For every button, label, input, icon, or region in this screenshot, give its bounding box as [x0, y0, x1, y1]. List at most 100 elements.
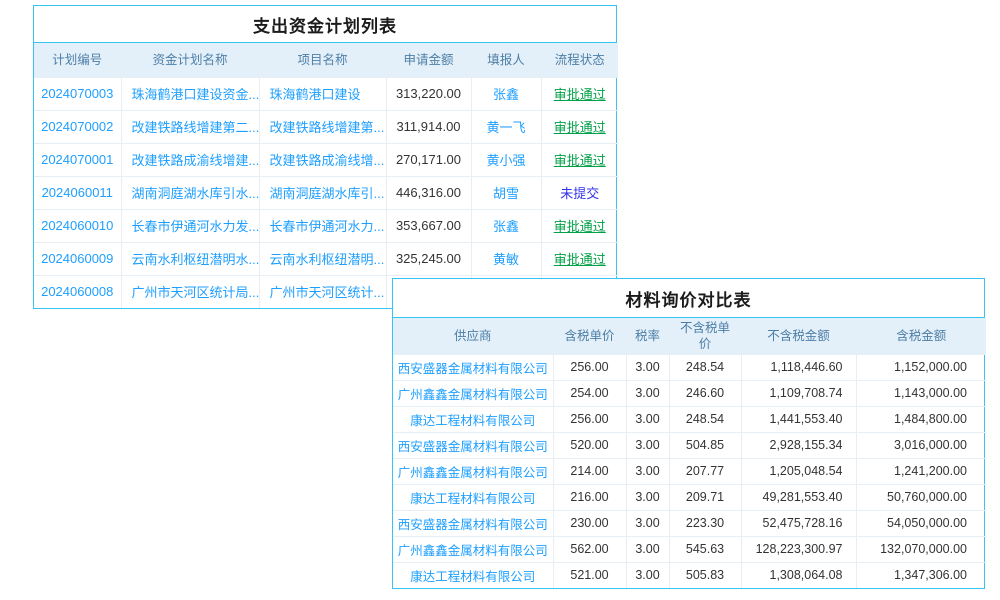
net-price-value: 248.54	[669, 354, 741, 380]
plan-name-link[interactable]: 珠海鹤港口建设资金...	[121, 77, 259, 110]
quote-table-row: 广州鑫鑫金属材料有限公司562.003.00545.63128,223,300.…	[393, 536, 986, 562]
quote-col-header-supplier: 供应商	[393, 318, 553, 354]
reporter-link[interactable]: 黄敏	[471, 242, 541, 275]
amount-value: 1,152,000.00	[856, 354, 986, 380]
quote-table-row: 康达工程材料有限公司521.003.00505.831,308,064.081,…	[393, 562, 986, 588]
plan-col-header-id: 计划编号	[34, 43, 121, 77]
amount-value: 1,143,000.00	[856, 380, 986, 406]
net-price-value: 246.60	[669, 380, 741, 406]
amount-value: 270,171.00	[386, 143, 471, 176]
material-quote-table: 供应商 含税单价 税率 不含税单价 不含税金额 含税金额 西安盛器金属材料有限公…	[393, 318, 986, 588]
project-name-link[interactable]: 改建铁路成渝线增...	[259, 143, 386, 176]
amount-value: 54,050,000.00	[856, 510, 986, 536]
net-amount-value: 1,109,708.74	[741, 380, 856, 406]
rate-value: 3.00	[626, 354, 669, 380]
plan-id-link[interactable]: 2024070003	[34, 77, 121, 110]
material-quote-title: 材料询价对比表	[393, 279, 984, 318]
plan-col-header-status: 流程状态	[541, 43, 618, 77]
amount-value: 325,245.00	[386, 242, 471, 275]
net-amount-value: 1,118,446.60	[741, 354, 856, 380]
supplier-link[interactable]: 西安盛器金属材料有限公司	[393, 510, 553, 536]
net-amount-value: 1,308,064.08	[741, 562, 856, 588]
plan-name-link[interactable]: 改建铁路线增建第二...	[121, 110, 259, 143]
material-quote-panel: 材料询价对比表 供应商 含税单价 税率 不含税单价 不含税金额 含税金额 西安盛…	[392, 278, 985, 589]
plan-col-header-name: 资金计划名称	[121, 43, 259, 77]
supplier-link[interactable]: 广州鑫鑫金属材料有限公司	[393, 458, 553, 484]
project-name-link[interactable]: 湖南洞庭湖水库引...	[259, 176, 386, 209]
net-price-value: 207.77	[669, 458, 741, 484]
plan-name-link[interactable]: 改建铁路成渝线增建...	[121, 143, 259, 176]
status-link[interactable]: 审批通过	[541, 242, 618, 275]
net-amount-value: 52,475,728.16	[741, 510, 856, 536]
reporter-link[interactable]: 黄小强	[471, 143, 541, 176]
status-link[interactable]: 审批通过	[541, 110, 618, 143]
price-value: 256.00	[553, 354, 626, 380]
quote-col-header-rate: 税率	[626, 318, 669, 354]
plan-name-link[interactable]: 长春市伊通河水力发...	[121, 209, 259, 242]
quote-col-header-amount: 含税金额	[856, 318, 986, 354]
plan-header-row: 计划编号 资金计划名称 项目名称 申请金额 填报人 流程状态	[34, 43, 618, 77]
rate-value: 3.00	[626, 536, 669, 562]
plan-table-body: 2024070003珠海鹤港口建设资金...珠海鹤港口建设313,220.00张…	[34, 77, 618, 308]
plan-col-header-reporter: 填报人	[471, 43, 541, 77]
supplier-link[interactable]: 康达工程材料有限公司	[393, 406, 553, 432]
net-amount-value: 128,223,300.97	[741, 536, 856, 562]
plan-id-link[interactable]: 2024060010	[34, 209, 121, 242]
amount-value: 1,347,306.00	[856, 562, 986, 588]
plan-table-row: 2024060011湖南洞庭湖水库引水...湖南洞庭湖水库引...446,316…	[34, 176, 618, 209]
supplier-link[interactable]: 广州鑫鑫金属材料有限公司	[393, 380, 553, 406]
expenditure-plan-table: 计划编号 资金计划名称 项目名称 申请金额 填报人 流程状态 202407000…	[34, 43, 618, 308]
plan-table-row: 2024060010长春市伊通河水力发...长春市伊通河水力...353,667…	[34, 209, 618, 242]
reporter-link[interactable]: 张鑫	[471, 77, 541, 110]
plan-name-link[interactable]: 云南水利枢纽潜明水...	[121, 242, 259, 275]
supplier-link[interactable]: 西安盛器金属材料有限公司	[393, 432, 553, 458]
rate-value: 3.00	[626, 406, 669, 432]
quote-col-header-net-price: 不含税单价	[669, 318, 741, 354]
net-amount-value: 1,441,553.40	[741, 406, 856, 432]
quote-table-body: 西安盛器金属材料有限公司256.003.00248.541,118,446.60…	[393, 354, 986, 588]
expenditure-plan-panel: 支出资金计划列表 计划编号 资金计划名称 项目名称 申请金额 填报人 流程状态 …	[33, 5, 617, 309]
price-value: 256.00	[553, 406, 626, 432]
reporter-link[interactable]: 胡雪	[471, 176, 541, 209]
supplier-link[interactable]: 西安盛器金属材料有限公司	[393, 354, 553, 380]
status-link[interactable]: 未提交	[541, 176, 618, 209]
project-name-link[interactable]: 珠海鹤港口建设	[259, 77, 386, 110]
reporter-link[interactable]: 张鑫	[471, 209, 541, 242]
price-value: 254.00	[553, 380, 626, 406]
quote-table-row: 西安盛器金属材料有限公司256.003.00248.541,118,446.60…	[393, 354, 986, 380]
net-amount-value: 49,281,553.40	[741, 484, 856, 510]
quote-col-header-net-amount: 不含税金额	[741, 318, 856, 354]
supplier-link[interactable]: 康达工程材料有限公司	[393, 484, 553, 510]
plan-name-link[interactable]: 湖南洞庭湖水库引水...	[121, 176, 259, 209]
plan-table-row: 2024070003珠海鹤港口建设资金...珠海鹤港口建设313,220.00张…	[34, 77, 618, 110]
price-value: 520.00	[553, 432, 626, 458]
plan-id-link[interactable]: 2024060008	[34, 275, 121, 308]
amount-value: 1,241,200.00	[856, 458, 986, 484]
plan-id-link[interactable]: 2024070002	[34, 110, 121, 143]
project-name-link[interactable]: 广州市天河区统计...	[259, 275, 386, 308]
plan-name-link[interactable]: 广州市天河区统计局...	[121, 275, 259, 308]
plan-id-link[interactable]: 2024060011	[34, 176, 121, 209]
quote-col-header-price: 含税单价	[553, 318, 626, 354]
expenditure-plan-title: 支出资金计划列表	[34, 6, 616, 43]
plan-table-row: 2024060009云南水利枢纽潜明水...云南水利枢纽潜明...325,245…	[34, 242, 618, 275]
amount-value: 1,484,800.00	[856, 406, 986, 432]
status-link[interactable]: 审批通过	[541, 77, 618, 110]
plan-id-link[interactable]: 2024060009	[34, 242, 121, 275]
status-link[interactable]: 审批通过	[541, 143, 618, 176]
supplier-link[interactable]: 康达工程材料有限公司	[393, 562, 553, 588]
status-link[interactable]: 审批通过	[541, 209, 618, 242]
supplier-link[interactable]: 广州鑫鑫金属材料有限公司	[393, 536, 553, 562]
price-value: 521.00	[553, 562, 626, 588]
net-price-value: 545.63	[669, 536, 741, 562]
quote-table-row: 广州鑫鑫金属材料有限公司214.003.00207.771,205,048.54…	[393, 458, 986, 484]
plan-id-link[interactable]: 2024070001	[34, 143, 121, 176]
reporter-link[interactable]: 黄一飞	[471, 110, 541, 143]
project-name-link[interactable]: 长春市伊通河水力...	[259, 209, 386, 242]
amount-value: 353,667.00	[386, 209, 471, 242]
project-name-link[interactable]: 改建铁路线增建第...	[259, 110, 386, 143]
project-name-link[interactable]: 云南水利枢纽潜明...	[259, 242, 386, 275]
price-value: 214.00	[553, 458, 626, 484]
quote-table-row: 康达工程材料有限公司216.003.00209.7149,281,553.405…	[393, 484, 986, 510]
rate-value: 3.00	[626, 562, 669, 588]
